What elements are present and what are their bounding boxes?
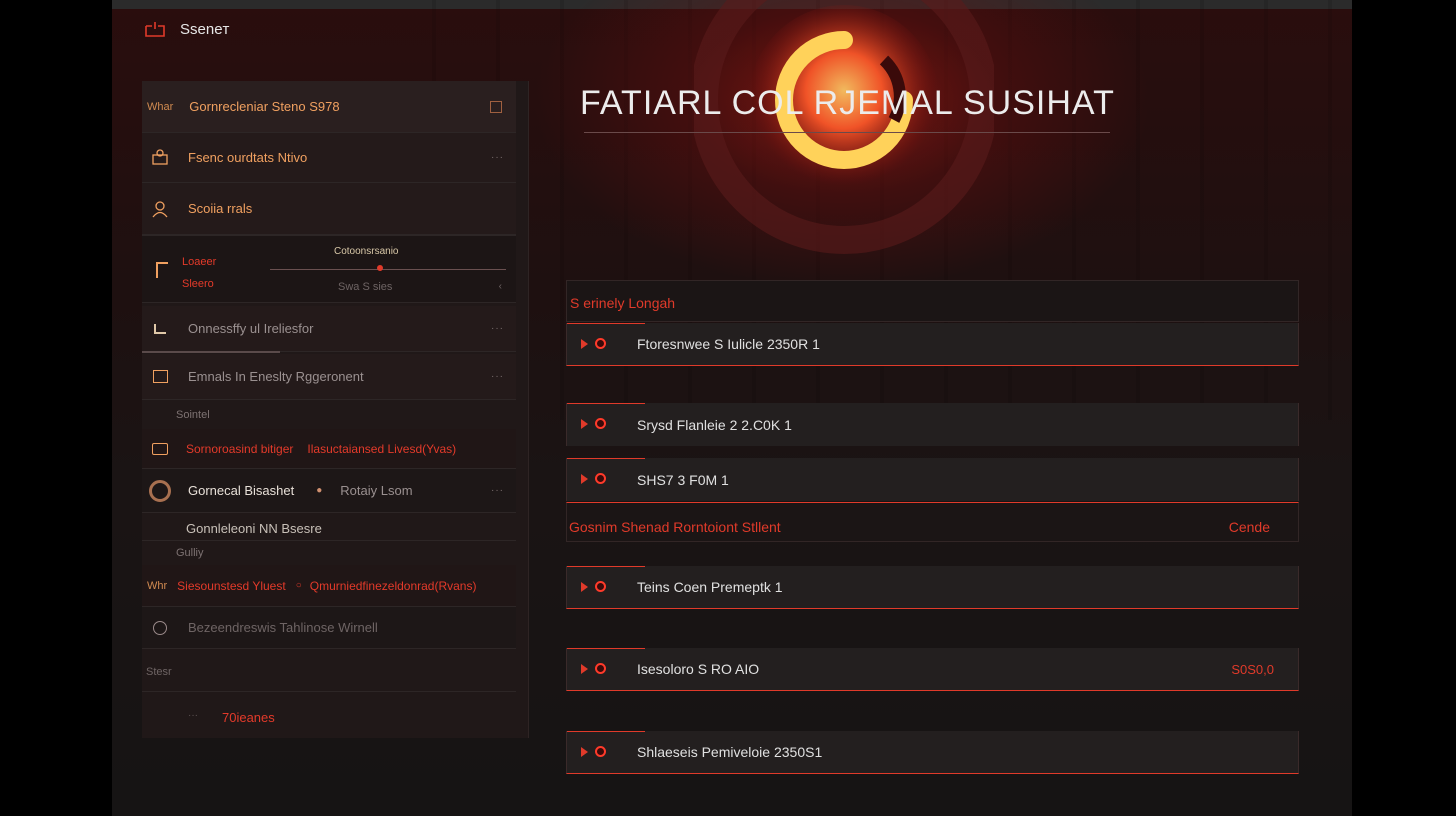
list-header: S erinely Longah <box>566 280 1299 322</box>
note-text: Gonnleleoni NN Bsesre <box>186 521 322 536</box>
slider-left-bottom: Sleero <box>182 278 214 290</box>
list-item-label: Isesoloro S RO AIO <box>637 661 760 677</box>
play-icon[interactable] <box>581 339 588 349</box>
status-dot-icon <box>595 338 606 349</box>
list-item-value: S0S0,0 <box>1231 661 1274 677</box>
list-footer-label: Gosnim Shenad Rorntoiont Stllent <box>569 519 781 535</box>
status-dot-icon <box>595 473 606 484</box>
page-title: FATIARL COL RJEMAL SUSIHAT <box>580 84 1115 122</box>
play-icon[interactable] <box>581 664 588 674</box>
footer-small: Stesr <box>146 666 172 678</box>
sidebar-item-social[interactable]: Scoiia rrals <box>142 183 516 235</box>
slider-panel: Loaeer Sleero Cotoonsrsanio Swa S sies ‹ <box>142 235 516 303</box>
toggle-right-label: Rotaiy Lsom <box>340 483 413 498</box>
more-icon[interactable]: ··· <box>491 371 504 382</box>
brand[interactable]: Sseneт <box>144 20 229 38</box>
section-header: Sointel <box>176 409 210 421</box>
sidebar: Whar Gornrecleniar Steno S978 Fsenc ourd… <box>142 81 529 738</box>
list-item[interactable]: Srysd Flanleie 2 2.C0K 1 <box>566 403 1299 446</box>
sidebar-item-status[interactable]: Fsenc ourdtats Ntivo ··· <box>142 133 516 183</box>
corner-icon <box>148 317 172 341</box>
sidebar-item-label: Gornrecleniar Steno S978 <box>189 99 340 114</box>
section-header: Gulliy <box>176 547 204 559</box>
slider-thumb[interactable] <box>377 265 383 271</box>
brand-name: Sseneт <box>180 20 230 38</box>
list-item[interactable]: SHS7 3 F0M 1 <box>566 458 1299 501</box>
sidebar-alert-row[interactable]: Sornoroasind bitiger Ilasuctaiansed Live… <box>142 429 516 469</box>
monitor-icon <box>145 22 165 37</box>
sidebar-item-emails[interactable]: Emnals In Eneslty Rggeronent ··· <box>142 354 516 400</box>
list-footer: Gosnim Shenad Rorntoiont Stllent Cende <box>566 502 1299 542</box>
link-icon <box>148 616 172 640</box>
play-icon[interactable] <box>581 582 588 592</box>
calendar-icon <box>148 365 172 389</box>
divider <box>142 691 516 692</box>
person-icon <box>148 197 172 221</box>
play-icon[interactable] <box>581 747 588 757</box>
list-item-label: Shlaeseis Pemiveloie 2350S1 <box>637 744 823 760</box>
sidebar-item-label: Scoiia rrals <box>188 201 253 216</box>
list-item-label: Teins Coen Premeptk 1 <box>637 579 783 595</box>
list-header-label: S erinely Longah <box>570 295 676 311</box>
sidebar-item-label: Fsenc ourdtats Ntivo <box>188 150 308 165</box>
sidebar-prefix: Whar <box>147 100 174 113</box>
alert-left: Sornoroasind bitiger <box>186 441 294 456</box>
camera-icon <box>148 437 172 461</box>
app-window: Sseneт Whar Gornrecleniar Steno S978 Fse… <box>112 0 1352 816</box>
ellipsis-icon: ··· <box>188 710 198 721</box>
more-icon[interactable]: ··· <box>491 485 504 496</box>
progress-bar <box>142 351 280 353</box>
alert-left: Siesounstesd Yluest <box>177 578 286 593</box>
sidebar-item-connectivity[interactable]: Onnessffy ul Ireliesfor ··· <box>142 306 516 352</box>
footer-link[interactable]: 70ieanes <box>222 710 275 725</box>
sidebar-item-label: Onnessffy ul Ireliesfor <box>188 321 314 336</box>
slider-track[interactable] <box>270 269 506 270</box>
list-item[interactable]: Shlaeseis Pemiveloie 2350S1 <box>566 731 1299 774</box>
gear-icon <box>148 146 172 170</box>
slider-title: Cotoonsrsanio <box>334 246 399 257</box>
list-item[interactable]: Ftoresnwee S Iulicle 2350R 1 <box>566 323 1299 366</box>
emblem-icon <box>694 0 994 254</box>
sidebar-item-label: Emnals In Eneslty Rggeronent <box>188 369 364 384</box>
toggle-label: Gornecal Bisashet <box>188 483 295 498</box>
title-underline <box>584 132 1110 133</box>
list-item-label: Ftoresnwee S Iulicle 2350R 1 <box>637 336 820 352</box>
alert-right: Ilasuctaiansed Livesd(Yvas) <box>307 441 457 456</box>
more-icon[interactable]: ··· <box>491 152 504 163</box>
sliders-icon <box>156 262 168 278</box>
status-dot-icon <box>595 418 606 429</box>
sidebar-alert-row-2[interactable]: Whr Siesounstesd Yluest ○ Qmurniedfineze… <box>142 565 516 607</box>
ring-icon <box>148 479 172 503</box>
status-dot-icon <box>595 581 606 592</box>
sidebar-prefix: Whr <box>147 579 168 592</box>
collapse-icon[interactable] <box>490 101 502 113</box>
alert-right: Qmurniedfinezeldonrad(Rvans) <box>309 578 477 593</box>
list-item[interactable]: Isesoloro S RO AIO S0S0,0 <box>566 648 1299 691</box>
list-item-label: Srysd Flanleie 2 2.C0K 1 <box>637 416 792 433</box>
sidebar-item-dim[interactable]: Bezeendreswis Tahlinose Wirnell <box>142 607 516 649</box>
sidebar-item-header[interactable]: Whar Gornrecleniar Steno S978 <box>142 81 516 133</box>
dot-icon: ● <box>316 485 323 496</box>
list-item[interactable]: Teins Coen Premeptk 1 <box>566 566 1299 609</box>
play-icon[interactable] <box>581 474 588 484</box>
list-item-label: SHS7 3 F0M 1 <box>637 471 729 488</box>
status-dot-icon <box>595 663 606 674</box>
chevron-left-icon[interactable]: ‹ <box>499 281 502 292</box>
play-icon[interactable] <box>581 419 588 429</box>
slider-caption: Swa S sies <box>338 281 393 293</box>
divider <box>142 540 516 541</box>
slider-left-top: Loaeer <box>182 256 217 268</box>
cancel-link[interactable]: Cende <box>1229 519 1270 535</box>
status-dot-icon <box>595 746 606 757</box>
radio-icon[interactable]: ○ <box>296 580 302 591</box>
sidebar-item-label: Bezeendreswis Tahlinose Wirnell <box>188 620 378 635</box>
more-icon[interactable]: ··· <box>491 323 504 334</box>
sidebar-toggle-row[interactable]: Gornecal Bisashet ● Rotaiy Lsom ··· <box>142 469 516 513</box>
